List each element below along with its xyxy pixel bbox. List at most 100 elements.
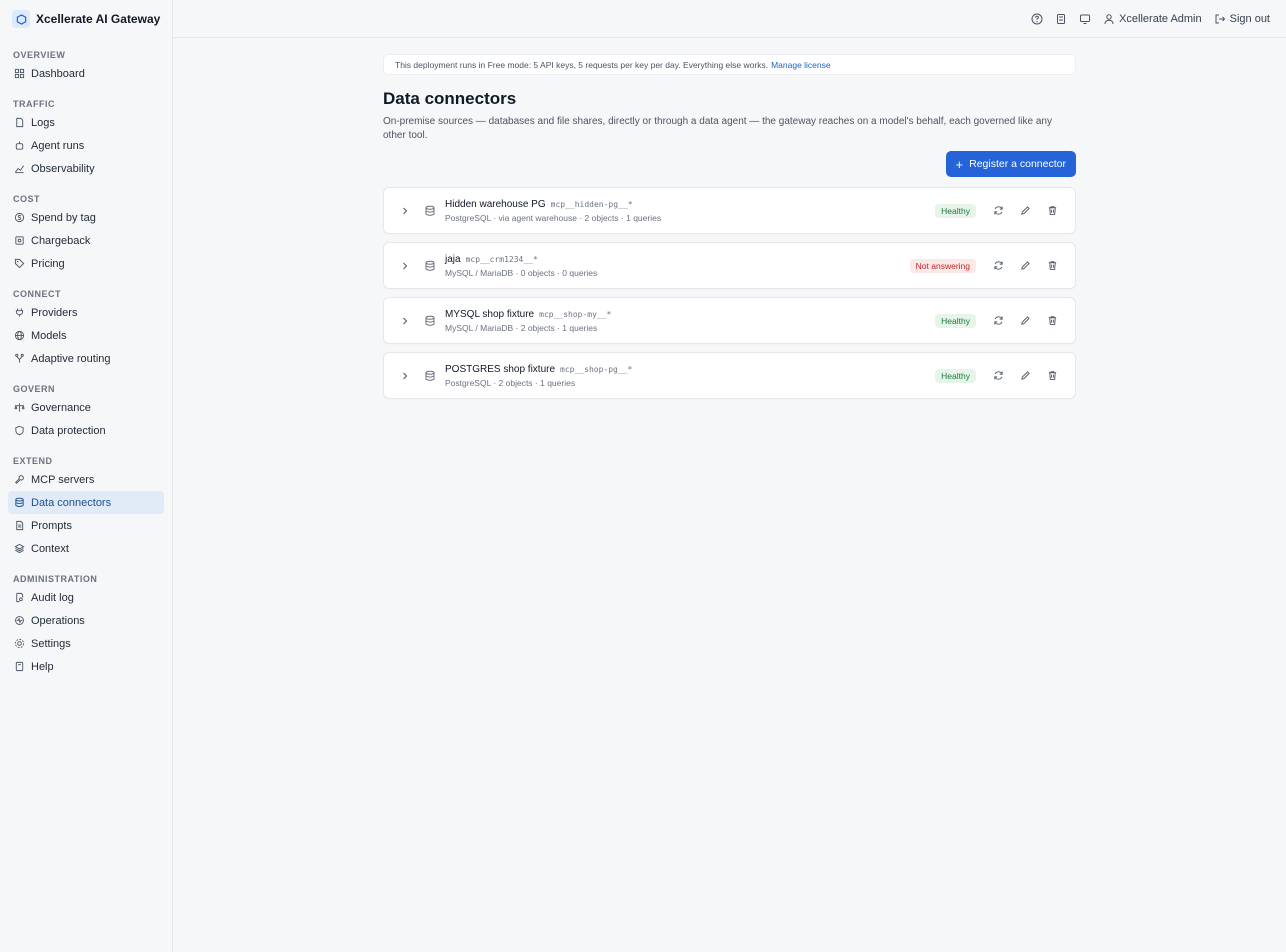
connector-card[interactable]: Hidden warehouse PG mcp__hidden-pg__* Po… xyxy=(383,187,1076,234)
sidebar-item-pricing[interactable]: Pricing xyxy=(8,252,164,275)
monitor-icon[interactable] xyxy=(1079,13,1091,25)
connector-namespace: mcp__crm1234__* xyxy=(465,254,538,264)
refresh-button[interactable] xyxy=(987,255,1009,277)
user-menu[interactable]: Xcellerate Admin xyxy=(1103,13,1202,25)
edit-button[interactable] xyxy=(1014,255,1036,277)
edit-button[interactable] xyxy=(1014,365,1036,387)
sidebar-item-label: Spend by tag xyxy=(31,211,96,224)
edit-button[interactable] xyxy=(1014,310,1036,332)
sidebar-item-label: Help xyxy=(31,660,54,673)
sidebar-item-label: Agent runs xyxy=(31,139,85,152)
section-title-extend: EXTEND xyxy=(13,456,53,466)
sidebar-item-operations[interactable]: Operations xyxy=(8,609,164,632)
calculator-icon[interactable] xyxy=(1055,13,1067,25)
sidebar-item-prompts[interactable]: Prompts xyxy=(8,514,164,537)
connector-card[interactable]: jaja mcp__crm1234__* MySQL / MariaDB · 0… xyxy=(383,242,1076,289)
delete-button[interactable] xyxy=(1041,200,1063,222)
branch-icon xyxy=(14,353,25,364)
sidebar-item-settings[interactable]: Settings xyxy=(8,632,164,655)
refresh-button[interactable] xyxy=(987,310,1009,332)
sidebar-item-label: Models xyxy=(31,329,67,342)
sidebar-item-providers[interactable]: Providers xyxy=(8,301,164,324)
edit-button[interactable] xyxy=(1014,200,1036,222)
plus-icon: + xyxy=(955,156,964,172)
section-title-administration: ADMINISTRATION xyxy=(13,574,98,584)
receipt-icon xyxy=(14,235,25,246)
sidebar: Xcellerate AI Gateway OVERVIEW Dashboard T… xyxy=(0,0,173,952)
sidebar-item-context[interactable]: Context xyxy=(8,537,164,560)
chevron-right-icon[interactable] xyxy=(400,206,410,216)
database-icon xyxy=(424,370,436,382)
connector-list: Hidden warehouse PG mcp__hidden-pg__* Po… xyxy=(383,187,1076,399)
shield-icon xyxy=(14,425,25,436)
sign-out-button[interactable]: Sign out xyxy=(1214,13,1270,25)
sidebar-item-label: Governance xyxy=(31,401,91,414)
refresh-icon xyxy=(993,371,1003,380)
status-badge: Healthy xyxy=(935,203,976,218)
sidebar-item-label: Data protection xyxy=(31,424,106,437)
banner-text: This deployment runs in Free mode: 5 API… xyxy=(395,59,769,70)
trash-icon xyxy=(1048,371,1056,380)
connector-namespace: mcp__shop-pg__* xyxy=(560,364,633,374)
sidebar-item-audit-log[interactable]: Audit log xyxy=(8,586,164,609)
chevron-right-icon[interactable] xyxy=(400,371,410,381)
refresh-icon xyxy=(993,316,1003,325)
delete-button[interactable] xyxy=(1041,310,1063,332)
database-icon xyxy=(14,497,25,508)
chevron-right-icon[interactable] xyxy=(400,261,410,271)
connector-card[interactable]: POSTGRES shop fixture mcp__shop-pg__* Po… xyxy=(383,352,1076,399)
sidebar-item-label: Adaptive routing xyxy=(31,352,111,365)
page-title: Data connectors xyxy=(383,89,517,108)
sidebar-item-governance[interactable]: Governance xyxy=(8,396,164,419)
refresh-button[interactable] xyxy=(987,200,1009,222)
connector-title: MYSQL shop fixture mcp__shop-my__* xyxy=(445,309,935,320)
help-circle-icon[interactable] xyxy=(1031,13,1043,25)
sign-out-label: Sign out xyxy=(1229,12,1270,25)
sidebar-item-observability[interactable]: Observability xyxy=(8,157,164,180)
connector-name: jaja xyxy=(445,253,461,265)
dollar-icon xyxy=(14,212,25,223)
app-name: Xcellerate AI Gateway xyxy=(36,12,161,26)
sidebar-item-dashboard[interactable]: Dashboard xyxy=(8,62,164,85)
user-name: Xcellerate Admin xyxy=(1119,12,1202,25)
sidebar-item-help[interactable]: Help xyxy=(8,655,164,678)
delete-button[interactable] xyxy=(1041,255,1063,277)
connector-name: MYSQL shop fixture xyxy=(445,308,535,320)
book-icon xyxy=(14,661,25,672)
sidebar-item-label: Settings xyxy=(31,637,71,650)
search-doc-icon xyxy=(14,592,25,603)
connector-name: POSTGRES shop fixture xyxy=(445,363,556,375)
robot-icon xyxy=(14,140,25,151)
manage-license-link[interactable]: Manage license xyxy=(771,60,831,70)
database-icon xyxy=(424,315,436,327)
refresh-icon xyxy=(993,206,1003,215)
sidebar-item-spend-by-tag[interactable]: Spend by tag xyxy=(8,206,164,229)
pencil-icon xyxy=(1020,316,1030,325)
sidebar-item-logs[interactable]: Logs xyxy=(8,111,164,134)
connector-meta: MySQL / MariaDB · 0 objects · 0 queries xyxy=(445,267,598,278)
sidebar-item-data-protection[interactable]: Data protection xyxy=(8,419,164,442)
grid-icon xyxy=(14,68,25,79)
delete-button[interactable] xyxy=(1041,365,1063,387)
refresh-button[interactable] xyxy=(987,365,1009,387)
register-connector-button[interactable]: + Register a connector xyxy=(945,151,1076,177)
sidebar-item-data-connectors[interactable]: Data connectors xyxy=(8,491,164,514)
connector-meta: PostgreSQL · 2 objects · 1 queries xyxy=(445,377,576,388)
pencil-icon xyxy=(1020,371,1030,380)
trash-icon xyxy=(1048,261,1056,270)
sidebar-item-adaptive-routing[interactable]: Adaptive routing xyxy=(8,347,164,370)
sidebar-item-mcp-servers[interactable]: MCP servers xyxy=(8,468,164,491)
sidebar-item-agent-runs[interactable]: Agent runs xyxy=(8,134,164,157)
connector-card[interactable]: MYSQL shop fixture mcp__shop-my__* MySQL… xyxy=(383,297,1076,344)
brand[interactable]: Xcellerate AI Gateway xyxy=(0,0,172,38)
database-icon xyxy=(424,205,436,217)
sidebar-item-models[interactable]: Models xyxy=(8,324,164,347)
chevron-right-icon[interactable] xyxy=(400,316,410,326)
file-icon xyxy=(14,520,25,531)
sign-out-icon xyxy=(1214,13,1226,25)
sidebar-item-label: Observability xyxy=(31,162,95,175)
connector-info: jaja mcp__crm1234__* MySQL / MariaDB · 0… xyxy=(445,254,910,278)
connector-title: POSTGRES shop fixture mcp__shop-pg__* xyxy=(445,364,935,375)
trash-icon xyxy=(1048,206,1056,215)
sidebar-item-chargeback[interactable]: Chargeback xyxy=(8,229,164,252)
